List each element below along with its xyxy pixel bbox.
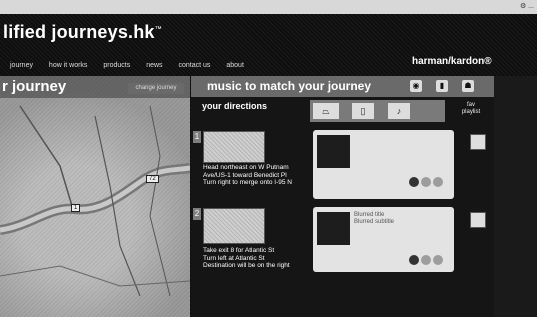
tab-map-view[interactable]: ⏢ bbox=[313, 103, 339, 119]
right-edge-panel bbox=[494, 76, 537, 317]
route-map[interactable] bbox=[0, 76, 190, 317]
direction-line: Take exit 8 for Atlantic St bbox=[203, 247, 275, 254]
site-logo[interactable]: lified journeys.hk™ bbox=[3, 22, 162, 43]
browser-top-bar: ⚙ ... bbox=[0, 0, 537, 14]
direction-line: Turn right to merge onto I-95 N bbox=[203, 179, 292, 186]
main-nav: journey how it works products news conta… bbox=[10, 62, 258, 69]
add-icon[interactable] bbox=[433, 255, 443, 265]
camera-icon[interactable]: ◉ bbox=[410, 80, 422, 92]
route-map-canvas bbox=[0, 105, 190, 297]
change-journey-button[interactable]: change journey bbox=[128, 83, 184, 94]
info-icon[interactable] bbox=[421, 177, 431, 187]
direction-line: Turn left at Atlantic St bbox=[203, 254, 265, 262]
phone-icon[interactable]: ▮ bbox=[436, 80, 448, 92]
playback-controls bbox=[407, 174, 443, 192]
music-title: music to match your journey bbox=[207, 79, 372, 93]
view-tabs: ⏢ ▯ ♪ bbox=[310, 100, 445, 122]
direction-line: Head northeast on W Putnam bbox=[203, 164, 289, 171]
album-art bbox=[317, 212, 350, 245]
fav-playlist-label[interactable]: fav playlist bbox=[455, 102, 487, 116]
tab-guitar[interactable]: ♪ bbox=[388, 103, 410, 119]
step-map-thumbnail[interactable] bbox=[203, 131, 265, 163]
nav-item-how-it-works[interactable]: how it works bbox=[49, 62, 88, 69]
logo-text: lified journeys.hk bbox=[3, 22, 155, 42]
user-icon[interactable]: ☗ bbox=[462, 80, 474, 92]
nav-item-products[interactable]: products bbox=[103, 62, 130, 69]
map-marker[interactable]: 1 bbox=[71, 204, 81, 212]
map-marker[interactable]: 72 bbox=[146, 175, 159, 183]
brand-logo[interactable]: harman/kardon® bbox=[412, 56, 492, 67]
nav-item-journey[interactable]: journey bbox=[10, 62, 33, 69]
browser-control-icon[interactable]: ⚙ ... bbox=[520, 2, 534, 10]
playlist-icon[interactable] bbox=[470, 212, 486, 228]
step-map-thumbnail[interactable] bbox=[203, 208, 265, 244]
nav-item-news[interactable]: news bbox=[146, 62, 162, 69]
logo-mark: ™ bbox=[154, 26, 162, 33]
playback-controls bbox=[407, 252, 443, 270]
play-icon[interactable] bbox=[409, 177, 419, 187]
playlist-icon[interactable] bbox=[470, 134, 486, 150]
add-icon[interactable] bbox=[433, 177, 443, 187]
step-number: 1 bbox=[193, 131, 201, 143]
tab-device[interactable]: ▯ bbox=[352, 103, 374, 119]
directions-title: your directions bbox=[202, 101, 268, 111]
info-icon[interactable] bbox=[421, 255, 431, 265]
step-directions: Take exit 8 for Atlantic St Turn left at… bbox=[203, 247, 313, 270]
nav-item-contact-us[interactable]: contact us bbox=[179, 62, 211, 69]
map-title: r journey bbox=[2, 78, 67, 95]
play-icon[interactable] bbox=[409, 255, 419, 265]
direction-line: Destination will be on the right bbox=[203, 262, 290, 269]
step-directions: Head northeast on W Putnam Ave/US-1 towa… bbox=[203, 164, 313, 187]
step-number: 2 bbox=[193, 208, 201, 220]
song-info: Blurred title Blurred subtitle bbox=[354, 212, 395, 225]
nav-item-about[interactable]: about bbox=[226, 62, 244, 69]
album-art bbox=[317, 135, 350, 168]
direction-line: Ave/US-1 toward Benedict Pl bbox=[203, 171, 287, 179]
